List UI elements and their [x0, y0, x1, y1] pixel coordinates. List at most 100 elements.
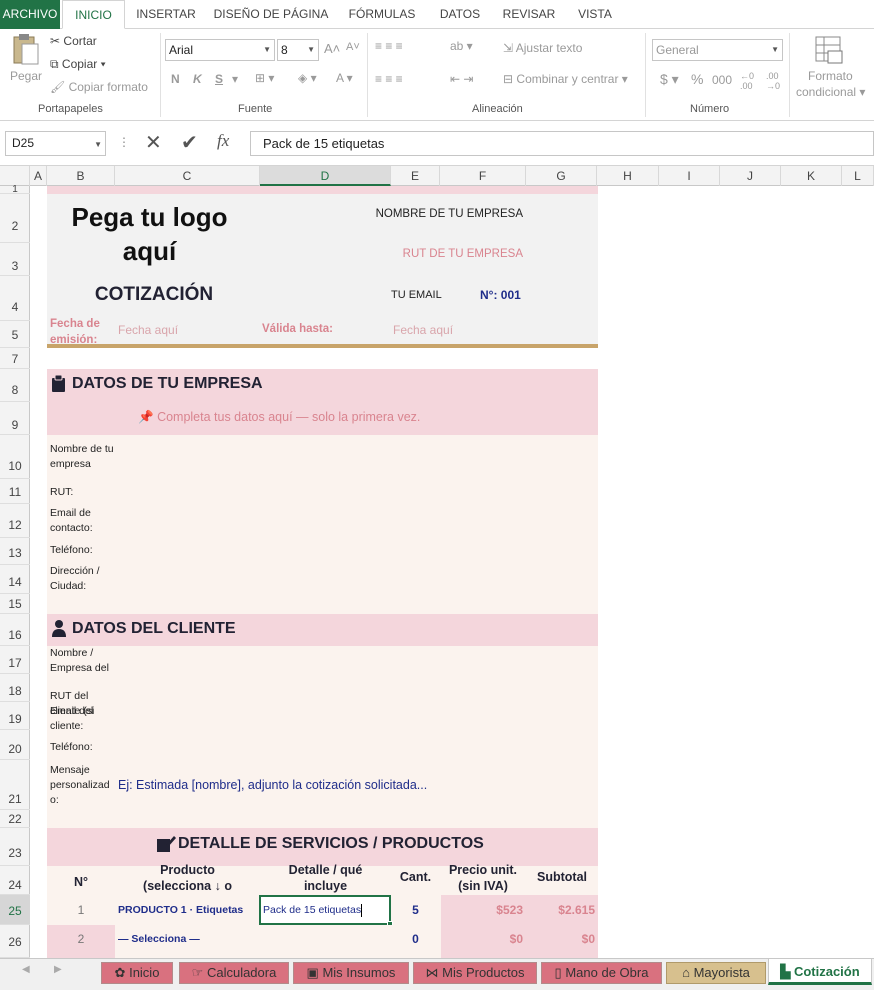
issue-date-value[interactable]: Fecha aquí [118, 323, 178, 337]
row-header[interactable]: 12 [0, 504, 30, 538]
scroll-left-icon[interactable]: ◀ [22, 964, 30, 975]
sheet-tab-calculadora[interactable]: ☞ Calculadora [179, 962, 289, 984]
product-select[interactable]: PRODUCTO 1 · Etiquetas [118, 904, 243, 916]
paste-button[interactable]: Pegar [10, 69, 42, 83]
row-header[interactable]: 7 [0, 348, 30, 369]
scroll-right-icon[interactable]: ▶ [54, 964, 62, 975]
tab-insertar[interactable]: INSERTAR [128, 0, 204, 29]
row-header[interactable]: 17 [0, 646, 30, 674]
sheet-tab-mayorista[interactable]: ⌂ Mayorista [666, 962, 766, 984]
row-header[interactable]: 22 [0, 810, 30, 828]
shrink-font-icon[interactable]: A˅ [346, 41, 360, 53]
tab-revisar[interactable]: REVISAR [494, 0, 564, 29]
conditional-format-line2[interactable]: condicional ▾ [796, 85, 865, 99]
decimal-increase-icon[interactable]: ←0.00 [740, 71, 754, 91]
conditional-format-icon[interactable] [814, 35, 844, 65]
row-header[interactable]: 26 [0, 925, 30, 958]
row-header[interactable]: 19 [0, 702, 30, 730]
row-header[interactable]: 9 [0, 402, 30, 435]
column-header[interactable]: I [659, 166, 720, 186]
row-header[interactable]: 2 [0, 194, 30, 243]
qty-value[interactable]: 5 [391, 903, 440, 917]
sheet-tab-insumos[interactable]: ▣ Mis Insumos [293, 962, 409, 984]
formula-input[interactable]: Pack de 15 etiquetas [250, 131, 874, 156]
font-color-icon[interactable]: A ▾ [336, 71, 353, 85]
tab-formulas[interactable]: FÓRMULAS [338, 0, 426, 29]
row-header[interactable]: 8 [0, 369, 30, 402]
name-box[interactable]: D25 ▼ [5, 131, 106, 156]
function-icon[interactable]: fx [217, 131, 229, 151]
column-header[interactable]: B [47, 166, 115, 186]
orientation-icon[interactable]: ab ▾ [450, 39, 473, 53]
column-header[interactable]: H [597, 166, 659, 186]
tab-inicio[interactable]: INICIO [62, 0, 125, 29]
row-header[interactable]: 11 [0, 479, 30, 504]
sheet-tab-mano-obra[interactable]: ▯ Mano de Obra [541, 962, 662, 984]
decimal-decrease-icon[interactable]: .00 →0 [766, 71, 780, 91]
column-header[interactable]: E [391, 166, 440, 186]
underline-button[interactable]: S [215, 72, 223, 86]
tab-archivo[interactable]: ARCHIVO [0, 0, 60, 29]
conditional-format-line1[interactable]: Formato [808, 69, 853, 83]
percent-button[interactable]: % [691, 71, 703, 87]
chevron-down-icon[interactable]: ▾ [232, 72, 238, 86]
grow-font-icon[interactable]: A˄ [324, 41, 340, 56]
tab-diseno[interactable]: DISEÑO DE PÁGINA [206, 0, 336, 29]
merge-center-button[interactable]: ⊟ Combinar y centrar ▾ [503, 72, 628, 86]
row-header[interactable]: 5 [0, 321, 30, 348]
column-header[interactable]: K [781, 166, 842, 186]
cancel-icon[interactable]: ✕ [145, 130, 162, 155]
valid-until-value[interactable]: Fecha aquí [393, 323, 453, 337]
sheet-tab-cotizacion[interactable]: ▙ Cotización [768, 959, 872, 985]
wrap-text-button[interactable]: ⇲ Ajustar texto [503, 41, 582, 55]
row-header[interactable]: 15 [0, 594, 30, 614]
row-header[interactable]: 20 [0, 730, 30, 760]
thousands-button[interactable]: 000 [712, 73, 732, 87]
row-header[interactable]: 21 [0, 760, 30, 810]
row-header[interactable]: 10 [0, 435, 30, 479]
indent-icon[interactable]: ⇤ ⇥ [450, 72, 473, 86]
align-top-icon[interactable]: ≡ ≡ ≡ [375, 39, 403, 53]
row-header[interactable]: 1 [0, 185, 30, 195]
row-header[interactable]: 3 [0, 243, 30, 276]
align-left-icon[interactable]: ≡ ≡ ≡ [375, 72, 403, 86]
paste-icon[interactable] [10, 34, 40, 66]
column-header[interactable]: F [440, 166, 526, 186]
row-header[interactable]: 24 [0, 866, 30, 895]
currency-button[interactable]: $ ▾ [660, 71, 679, 88]
qty-value[interactable]: 0 [391, 932, 440, 946]
tab-datos[interactable]: DATOS [428, 0, 492, 29]
column-header[interactable]: C [115, 166, 260, 186]
column-header[interactable]: A [30, 166, 47, 186]
column-header[interactable]: L [842, 166, 874, 186]
row-header[interactable]: 16 [0, 614, 30, 646]
column-header[interactable]: J [720, 166, 781, 186]
row-header[interactable]: 13 [0, 538, 30, 565]
column-header[interactable]: D [260, 166, 391, 186]
row-header[interactable]: 25 [0, 895, 30, 925]
row-header[interactable]: 18 [0, 674, 30, 702]
sheet-tab-inicio[interactable]: ✿ Inicio [101, 962, 173, 984]
client-message[interactable]: Ej: Estimada [nombre], adjunto la cotiza… [118, 778, 427, 792]
detail-input-active[interactable]: Pack de 15 etiquetas [259, 895, 391, 925]
product-select[interactable]: — Selecciona — [118, 933, 200, 945]
column-header[interactable]: G [526, 166, 597, 186]
copy-format-button[interactable]: 🖌 Copiar formato [50, 80, 148, 94]
italic-button[interactable]: K [193, 72, 202, 86]
borders-icon[interactable]: ⊞ ▾ [255, 71, 274, 85]
copy-button[interactable]: ⧉ Copiar ▾ [50, 57, 106, 72]
worksheet[interactable]: Pega tu logo aquí COTIZACIÓN NOMBRE DE T… [30, 186, 874, 958]
enter-icon[interactable]: ✔ [181, 130, 198, 155]
cut-button[interactable]: ✂ Cortar [50, 34, 97, 48]
font-size-select[interactable]: 8 ▼ [277, 39, 319, 61]
row-header[interactable]: 14 [0, 565, 30, 594]
bold-button[interactable]: N [171, 72, 180, 86]
tab-vista[interactable]: VISTA [566, 0, 624, 29]
row-header[interactable]: 4 [0, 276, 30, 321]
font-family-select[interactable]: Arial ▼ [165, 39, 275, 61]
number-format-select[interactable]: General ▼ [652, 39, 783, 61]
row-header[interactable]: 23 [0, 828, 30, 866]
fill-color-icon[interactable]: ◈ ▾ [298, 71, 317, 85]
select-all-corner[interactable] [0, 166, 30, 186]
sheet-tab-productos[interactable]: ⋈ Mis Productos [413, 962, 537, 984]
